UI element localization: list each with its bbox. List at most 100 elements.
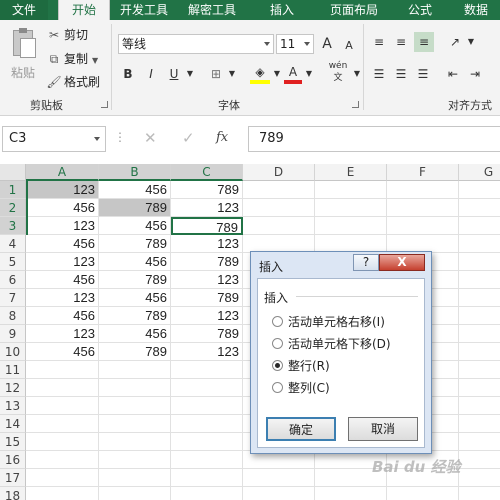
cancel-button[interactable]: 取消: [348, 417, 418, 441]
row-header-15[interactable]: 15: [0, 433, 26, 451]
column-header-a[interactable]: A: [26, 164, 99, 181]
cell[interactable]: 789: [99, 271, 171, 289]
font-name-select[interactable]: 等线: [118, 34, 274, 54]
cell[interactable]: [459, 181, 500, 199]
name-box[interactable]: C3: [2, 126, 106, 152]
cell[interactable]: [387, 199, 459, 217]
cell[interactable]: 789: [99, 235, 171, 253]
row-header-5[interactable]: 5: [0, 253, 26, 271]
help-button[interactable]: ?: [353, 254, 379, 271]
cell[interactable]: 456: [26, 307, 99, 325]
cell[interactable]: [243, 199, 315, 217]
shrink-font-button[interactable]: A: [340, 36, 358, 56]
cell[interactable]: [459, 451, 500, 469]
option-shift-right[interactable]: 活动单元格右移(I): [272, 313, 385, 331]
option-entire-column[interactable]: 整列(C): [272, 379, 330, 397]
option-shift-down[interactable]: 活动单元格下移(D): [272, 335, 391, 353]
font-size-select[interactable]: 11: [276, 34, 314, 54]
tab-home[interactable]: 开始: [58, 0, 110, 20]
cell[interactable]: 789: [99, 199, 171, 217]
cell[interactable]: 456: [26, 235, 99, 253]
align-left-icon[interactable]: ☰: [370, 64, 388, 84]
cancel-icon[interactable]: ✕: [144, 129, 157, 147]
clipboard-launcher-icon[interactable]: [101, 101, 108, 108]
cell[interactable]: [26, 487, 99, 500]
cell[interactable]: 456: [26, 343, 99, 361]
cell[interactable]: 789: [171, 217, 243, 235]
bold-button[interactable]: B: [120, 64, 136, 84]
copy-dropdown-icon[interactable]: ▼: [92, 56, 98, 65]
option-entire-row[interactable]: 整行(R): [272, 357, 330, 375]
cell[interactable]: [459, 469, 500, 487]
cell[interactable]: [171, 397, 243, 415]
tab-file[interactable]: 文件: [0, 0, 48, 20]
font-color-dropdown-icon[interactable]: ▼: [304, 64, 314, 84]
cell[interactable]: [99, 361, 171, 379]
row-header-17[interactable]: 17: [0, 469, 26, 487]
cell[interactable]: 456: [99, 217, 171, 235]
cell[interactable]: [315, 181, 387, 199]
cell[interactable]: [459, 487, 500, 500]
cell[interactable]: [459, 433, 500, 451]
cell[interactable]: 456: [99, 253, 171, 271]
cell[interactable]: [459, 415, 500, 433]
fill-color-icon[interactable]: ◈: [250, 64, 270, 84]
fill-dropdown-icon[interactable]: ▼: [272, 64, 282, 84]
cell[interactable]: 456: [99, 289, 171, 307]
column-header-f[interactable]: F: [387, 164, 459, 181]
align-bottom-icon[interactable]: ≡: [414, 32, 434, 52]
cell[interactable]: [26, 433, 99, 451]
cell[interactable]: 123: [171, 343, 243, 361]
row-header-1[interactable]: 1: [0, 181, 26, 199]
column-header-c[interactable]: C: [171, 164, 243, 181]
cell[interactable]: [99, 397, 171, 415]
cell[interactable]: [459, 289, 500, 307]
cell[interactable]: 456: [99, 181, 171, 199]
underline-dropdown-icon[interactable]: ▼: [185, 64, 195, 84]
borders-dropdown-icon[interactable]: ▼: [227, 64, 237, 84]
radio-shift-down[interactable]: [272, 338, 283, 349]
column-header-b[interactable]: B: [99, 164, 171, 181]
cell[interactable]: [459, 271, 500, 289]
cell[interactable]: [26, 397, 99, 415]
row-header-4[interactable]: 4: [0, 235, 26, 253]
ok-button[interactable]: 确定: [266, 417, 336, 441]
decrease-indent-icon[interactable]: ⇤: [444, 64, 462, 84]
row-header-6[interactable]: 6: [0, 271, 26, 289]
tab-decrypt[interactable]: 解密工具: [180, 0, 244, 20]
row-header-13[interactable]: 13: [0, 397, 26, 415]
cell[interactable]: 123: [171, 307, 243, 325]
cell[interactable]: [459, 397, 500, 415]
cell[interactable]: [243, 487, 315, 500]
align-middle-icon[interactable]: ≡: [392, 32, 410, 52]
cell[interactable]: [99, 415, 171, 433]
grow-font-button[interactable]: A: [318, 34, 336, 54]
increase-indent-icon[interactable]: ⇥: [466, 64, 484, 84]
cell[interactable]: [99, 469, 171, 487]
cell[interactable]: 123: [26, 253, 99, 271]
cell[interactable]: [171, 433, 243, 451]
format-painter-button[interactable]: 🖌 格式刷: [46, 73, 100, 91]
select-all-button[interactable]: [0, 164, 26, 181]
cell[interactable]: [26, 415, 99, 433]
enter-icon[interactable]: ✓: [182, 129, 195, 147]
tab-data[interactable]: 数据: [456, 0, 496, 20]
cell[interactable]: [315, 217, 387, 235]
cell[interactable]: [459, 253, 500, 271]
font-color-button[interactable]: A: [284, 64, 302, 84]
cell[interactable]: 123: [26, 181, 99, 199]
radio-entire-row[interactable]: [272, 360, 283, 371]
column-header-e[interactable]: E: [315, 164, 387, 181]
cell[interactable]: [459, 199, 500, 217]
row-header-3[interactable]: 3: [0, 217, 26, 235]
cell[interactable]: 789: [171, 289, 243, 307]
cell[interactable]: 123: [26, 289, 99, 307]
row-header-9[interactable]: 9: [0, 325, 26, 343]
cell[interactable]: 789: [171, 253, 243, 271]
cell[interactable]: [459, 379, 500, 397]
cell[interactable]: [99, 379, 171, 397]
cell[interactable]: 789: [99, 307, 171, 325]
cell[interactable]: [26, 361, 99, 379]
orientation-dropdown-icon[interactable]: ▼: [466, 32, 476, 52]
close-button[interactable]: X: [379, 254, 425, 271]
